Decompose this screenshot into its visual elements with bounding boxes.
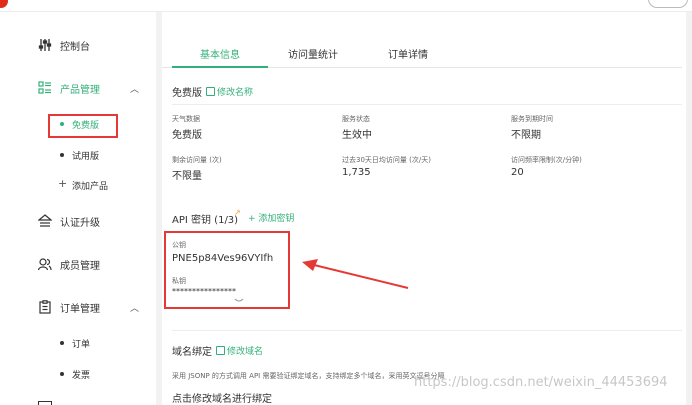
- sidebar-subitem-order[interactable]: 订单: [0, 334, 156, 352]
- field-value: 免费版: [172, 130, 202, 141]
- sidebar: 控制台 产品管理 ︿ 免费版 试用版 + 添加产品 认证升级 成员管理 订单管理…: [0, 12, 156, 405]
- logo[interactable]: [0, 0, 8, 8]
- api-key-title: API 密钥 (1/3): [172, 215, 239, 226]
- divider: [172, 104, 682, 105]
- users-icon: [38, 257, 52, 271]
- sidebar-item-dashboard[interactable]: 控制台: [0, 34, 156, 56]
- field-label: 剩余访问量 (次): [172, 156, 222, 164]
- top-bar: [0, 0, 692, 12]
- clipboard-icon: [38, 300, 52, 314]
- chevron-up-icon[interactable]: ︿: [130, 301, 139, 314]
- bullet-icon: [60, 372, 64, 376]
- add-key-link[interactable]: + 添加密钥: [248, 211, 294, 224]
- edit-name-label: 修改名称: [217, 88, 254, 98]
- bullet-icon: [60, 153, 64, 157]
- sidebar-item-label: 认证升级: [60, 217, 100, 229]
- field-label: 过去30天日均访问量 (次/天): [342, 156, 431, 164]
- plan-name: 免费版: [172, 88, 202, 99]
- sidebar-subitem-trial[interactable]: 试用版: [0, 146, 156, 164]
- field-value: 生效中: [342, 130, 372, 141]
- sidebar-subitem-label: 添加产品: [72, 181, 109, 192]
- watermark-text: https://blog.csdn.net/weixin_44453694: [414, 375, 668, 390]
- divider: [172, 330, 682, 331]
- edit-icon: [216, 346, 225, 355]
- field-value: 不限量: [172, 171, 202, 182]
- field-value: 1,735: [342, 167, 371, 178]
- field-label: 服务到期时间: [511, 115, 553, 123]
- tab-order-details[interactable]: 订单详情: [388, 46, 428, 61]
- document-icon: [38, 401, 52, 405]
- domain-title: 域名绑定: [172, 347, 212, 358]
- field-label: 天气数据: [172, 115, 200, 123]
- edit-icon: [206, 87, 215, 96]
- external-link-icon[interactable]: ↗: [234, 208, 241, 217]
- sidebar-item-label: 成员管理: [60, 260, 100, 272]
- tab-bar: 基本信息 访问量统计 订单详情: [162, 42, 682, 68]
- upgrade-icon: [38, 214, 52, 228]
- field-value: 20: [511, 167, 524, 178]
- sidebar-item-orders[interactable]: 订单管理 ︿: [0, 296, 156, 318]
- highlight-box-free: [48, 114, 118, 138]
- sidebar-item-products[interactable]: 产品管理 ︿: [0, 77, 156, 99]
- plus-icon: +: [58, 177, 68, 190]
- sidebar-item-certification[interactable]: 认证升级: [0, 210, 156, 232]
- sidebar-item-members[interactable]: 成员管理: [0, 253, 156, 275]
- annotation-arrow: [302, 259, 409, 289]
- field-value: 不限期: [511, 130, 541, 141]
- sidebar-item-label: 产品管理: [60, 84, 100, 96]
- chevron-up-icon[interactable]: ︿: [130, 82, 139, 95]
- edit-domain-link[interactable]: 修改域名: [216, 344, 263, 357]
- tab-basic-info[interactable]: 基本信息: [200, 46, 240, 61]
- field-label: 服务状态: [342, 115, 370, 123]
- bullet-icon: [60, 341, 64, 345]
- sidebar-subitem-add-product[interactable]: + 添加产品: [0, 176, 156, 194]
- sidebar-subitem-label: 试用版: [72, 151, 100, 162]
- sliders-icon: [38, 38, 52, 52]
- sidebar-subitem-invoice[interactable]: 发票: [0, 365, 156, 383]
- domain-description: 采用 JSONP 的方式调用 API 需要验证绑定域名，支持绑定多个域名，采用英…: [172, 372, 445, 380]
- field-label: 访问频率限制(次/分钟): [511, 156, 582, 164]
- sidebar-subitem-label: 订单: [72, 339, 91, 350]
- user-menu-button[interactable]: [648, 0, 688, 8]
- tab-traffic-stats[interactable]: 访问量统计: [288, 46, 338, 61]
- highlight-box-keys: [164, 231, 290, 309]
- tab-active-indicator: [172, 66, 268, 68]
- sidebar-subitem-label: 发票: [72, 370, 91, 381]
- domain-hint: 点击修改域名进行绑定: [172, 394, 272, 405]
- edit-domain-label: 修改域名: [227, 347, 264, 357]
- grid-list-icon: [38, 81, 52, 95]
- edit-name-link[interactable]: 修改名称: [206, 85, 253, 98]
- main-content: 基本信息 访问量统计 订单详情 免费版 修改名称 天气数据 免费版 服务状态 生…: [162, 12, 686, 405]
- sidebar-item-label: 控制台: [60, 41, 90, 53]
- sidebar-item-label: 订单管理: [60, 303, 100, 315]
